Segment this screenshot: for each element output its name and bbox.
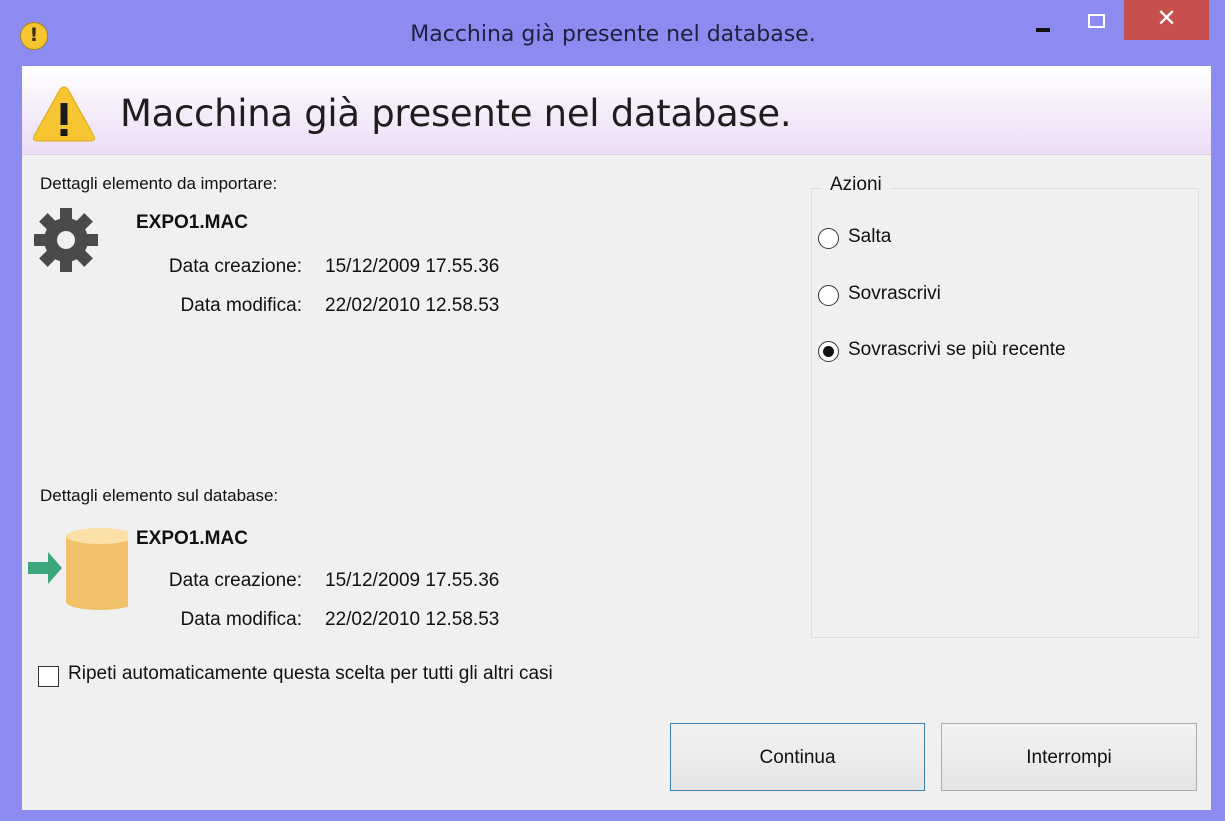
radio-salta[interactable]: Salta bbox=[818, 224, 1138, 254]
checkbox-label: Ripeti automaticamente questa scelta per… bbox=[68, 663, 553, 684]
import-modified-label: Data modifica: bbox=[180, 295, 302, 316]
maximize-icon bbox=[1088, 14, 1105, 28]
close-button[interactable]: ✕ bbox=[1124, 0, 1209, 40]
database-modified-label: Data modifica: bbox=[180, 609, 302, 630]
radio-label: Sovrascrivi bbox=[848, 283, 941, 304]
warning-triangle-icon bbox=[33, 86, 95, 142]
database-item-name: EXPO1.MAC bbox=[136, 528, 248, 549]
radio-circle-selected[interactable] bbox=[818, 341, 839, 362]
checkbox-box[interactable] bbox=[38, 666, 59, 687]
continue-button[interactable]: Continua bbox=[670, 723, 925, 791]
import-section-label: Dettagli elemento da importare: bbox=[40, 174, 278, 193]
close-icon: ✕ bbox=[1156, 4, 1177, 32]
database-import-icon bbox=[28, 528, 128, 610]
window-title: Macchina già presente nel database. bbox=[410, 22, 816, 47]
minimize-icon bbox=[1036, 28, 1050, 32]
gear-icon bbox=[34, 208, 98, 272]
import-created-value: 15/12/2009 17.55.36 bbox=[325, 256, 500, 277]
radio-label: Sovrascrivi se più recente bbox=[848, 339, 1066, 360]
radio-circle[interactable] bbox=[818, 228, 839, 249]
dialog-window: ! Macchina già presente nel database. ✕ … bbox=[0, 0, 1225, 821]
database-created-label: Data creazione: bbox=[168, 570, 302, 591]
title-bar[interactable]: ! Macchina già presente nel database. ✕ bbox=[0, 0, 1225, 66]
dialog-content: Macchina già presente nel database. Dett… bbox=[22, 66, 1211, 810]
radio-sovrascrivi-se-piu-recente[interactable]: Sovrascrivi se più recente bbox=[818, 337, 1138, 367]
radio-circle[interactable] bbox=[818, 285, 839, 306]
database-section-label: Dettagli elemento sul database: bbox=[40, 486, 279, 505]
radio-label: Salta bbox=[848, 226, 892, 247]
actions-groupbox bbox=[811, 188, 1199, 638]
import-modified-value: 22/02/2010 12.58.53 bbox=[325, 295, 500, 316]
header-banner: Macchina già presente nel database. bbox=[22, 66, 1211, 155]
maximize-button[interactable] bbox=[1072, 2, 1118, 42]
abort-button[interactable]: Interrompi bbox=[941, 723, 1197, 791]
database-modified-value: 22/02/2010 12.58.53 bbox=[325, 609, 500, 630]
import-item-name: EXPO1.MAC bbox=[136, 212, 248, 233]
warning-circle-icon: ! bbox=[20, 22, 48, 50]
actions-legend: Azioni bbox=[822, 174, 890, 196]
minimize-button[interactable] bbox=[1020, 2, 1066, 42]
radio-sovrascrivi[interactable]: Sovrascrivi bbox=[818, 281, 1138, 311]
banner-title: Macchina già presente nel database. bbox=[120, 92, 792, 135]
import-created-label: Data creazione: bbox=[168, 256, 302, 277]
database-created-value: 15/12/2009 17.55.36 bbox=[325, 570, 500, 591]
repeat-choice-checkbox[interactable]: Ripeti automaticamente questa scelta per… bbox=[38, 663, 738, 693]
